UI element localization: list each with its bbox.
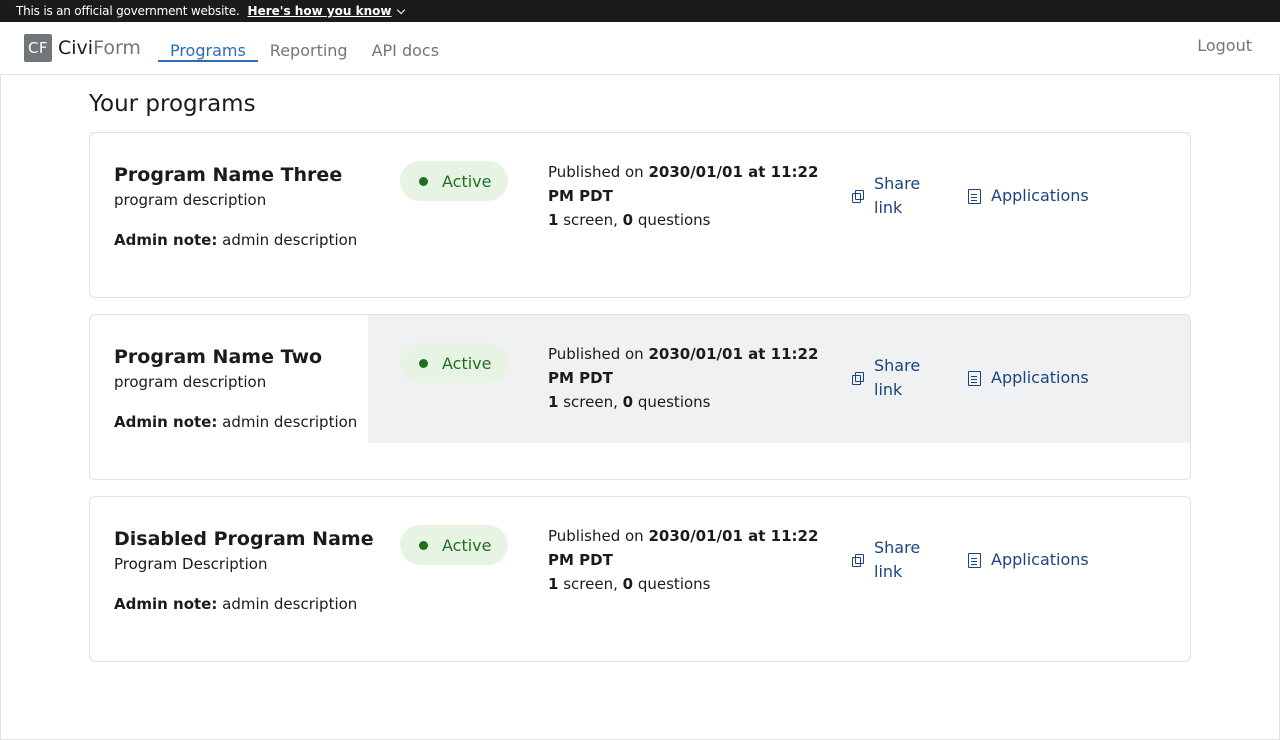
how-you-know-label: Here's how you know [247, 4, 392, 18]
document-icon [968, 370, 981, 386]
status-label: Active [442, 353, 492, 373]
nav-links: Programs Reporting API docs [157, 22, 451, 75]
program-description: program description [114, 373, 267, 391]
nav-link-reporting[interactable]: Reporting [258, 22, 360, 75]
document-icon [968, 188, 981, 204]
program-info: Program Name Two program description Adm… [114, 343, 357, 433]
status-badge: Active [400, 343, 508, 383]
applications-button[interactable]: Applications [968, 184, 1089, 208]
logo-wordmark: CiviForm [58, 37, 141, 59]
applications-button[interactable]: Applications [968, 366, 1089, 390]
admin-note: Admin note: admin description [114, 413, 358, 431]
program-name: Program Name Three [114, 164, 343, 186]
admin-note: Admin note: admin description [114, 595, 358, 613]
applications-label: Applications [991, 368, 1089, 387]
publish-info: Published on 2030/01/01 at 11:22 PM PDT … [548, 345, 819, 411]
page-title: Your programs [89, 91, 256, 117]
gov-banner-text: This is an official government website. [16, 4, 240, 18]
program-card: Disabled Program Name Program Descriptio… [89, 496, 1191, 662]
nav-link-api-docs[interactable]: API docs [360, 22, 451, 75]
program-name: Program Name Two [114, 346, 323, 368]
share-link-button[interactable]: Share link [852, 354, 924, 402]
nav-link-programs[interactable]: Programs [157, 22, 258, 75]
applications-button[interactable]: Applications [968, 548, 1089, 572]
admin-note: Admin note: admin description [114, 231, 358, 249]
logout-button[interactable]: Logout [1197, 36, 1252, 55]
logo-mark: CF [24, 34, 52, 62]
how-you-know-link[interactable]: Here's how you know [247, 4, 406, 18]
status-badge: Active [400, 161, 508, 201]
program-info: Program Name Three program description A… [114, 161, 357, 251]
chevron-down-icon [397, 5, 406, 14]
document-icon [968, 552, 981, 568]
program-description: Program Description [114, 555, 268, 573]
applications-label: Applications [991, 186, 1089, 205]
status-dot-icon [419, 540, 428, 550]
share-link-button[interactable]: Share link [852, 172, 924, 220]
applications-label: Applications [991, 550, 1089, 569]
publish-info: Published on 2030/01/01 at 11:22 PM PDT … [548, 163, 819, 229]
status-label: Active [442, 535, 492, 555]
share-link-label: Share link [874, 538, 921, 581]
main-content: Your programs Program Name Three program… [0, 75, 1280, 662]
share-link-button[interactable]: Share link [852, 536, 924, 584]
program-card: Program Name Three program description A… [89, 132, 1191, 298]
status-label: Active [442, 171, 492, 191]
copy-icon [852, 372, 864, 385]
status-dot-icon [419, 358, 428, 368]
gov-banner: This is an official government website. … [0, 0, 1280, 22]
status-dot-icon [419, 176, 428, 186]
share-link-label: Share link [874, 174, 921, 217]
publish-info: Published on 2030/01/01 at 11:22 PM PDT … [548, 527, 819, 593]
copy-icon [852, 554, 864, 567]
civiform-logo[interactable]: CF CiviForm [24, 34, 141, 62]
share-link-label: Share link [874, 356, 921, 399]
status-badge: Active [400, 525, 508, 565]
program-description: program description [114, 191, 267, 209]
top-navbar: CF CiviForm Programs Reporting API docs … [0, 22, 1280, 75]
program-card: Program Name Two program description Adm… [89, 314, 1191, 480]
copy-icon [852, 190, 864, 203]
program-info: Disabled Program Name Program Descriptio… [114, 525, 374, 615]
program-name: Disabled Program Name [114, 528, 374, 550]
